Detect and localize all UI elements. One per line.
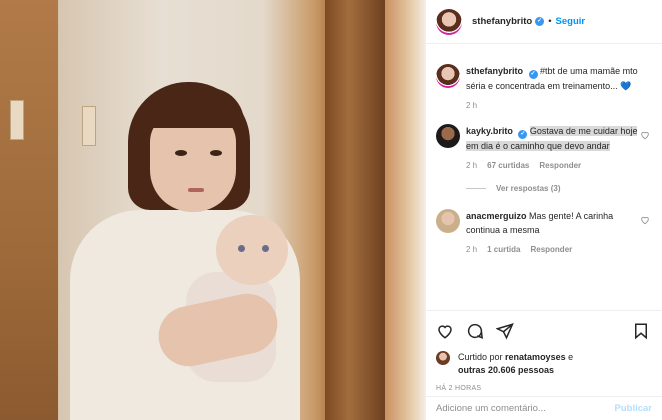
action-icons — [436, 319, 652, 343]
liked-by: Curtido por renatamoyses e outras 20.606… — [436, 351, 652, 377]
post-photo[interactable] — [0, 0, 425, 420]
photo-hinge — [10, 100, 24, 140]
add-comment-bar: Publicar — [426, 396, 662, 420]
caption-author-avatar[interactable] — [436, 64, 460, 88]
photo-door-left — [0, 0, 58, 420]
comment-username[interactable]: anacmerguizo — [466, 211, 527, 221]
liked-by-prefix: Curtido por — [458, 352, 503, 362]
caption-username[interactable]: sthefanybrito — [466, 66, 523, 76]
comment-input[interactable] — [436, 403, 615, 414]
author-avatar[interactable] — [436, 8, 462, 35]
post-header: sthefanybrito ✓ • Seguir — [426, 0, 662, 44]
comment-author-avatar[interactable] — [436, 209, 460, 233]
post-actions: Curtido por renatamoyses e outras 20.606… — [426, 310, 662, 392]
reply-button[interactable]: Responder — [539, 161, 581, 170]
photo-hinge — [82, 106, 96, 146]
comment-icon[interactable] — [466, 322, 484, 340]
replies-line — [466, 188, 486, 189]
reply-button[interactable]: Responder — [530, 245, 572, 254]
photo-doll-eye — [238, 245, 245, 252]
liked-by-middle: e — [568, 352, 574, 362]
liker-avatar[interactable] — [436, 351, 450, 365]
verified-badge-icon: ✓ — [528, 70, 538, 79]
post-timestamp[interactable]: HÁ 2 HORAS — [436, 385, 652, 392]
comment-meta: 2 h 67 curtidas Responder — [466, 161, 640, 170]
comment-time: 2 h — [466, 245, 478, 254]
blue-heart-emoji: 💙 — [620, 81, 632, 91]
liked-by-text: Curtido por renatamoyses e outras 20.606… — [458, 351, 573, 377]
verified-badge-icon: ✓ — [518, 130, 528, 139]
publish-button[interactable]: Publicar — [615, 403, 653, 414]
view-replies-button[interactable]: Ver respostas (3) — [466, 184, 662, 193]
caption-text-block: sthefanybrito ✓ #tbt de uma mamãe mto sé… — [466, 64, 640, 93]
comment-likes[interactable]: 1 curtida — [487, 245, 520, 254]
comment-item: kayky.brito ✓ Gostava de me cuidar hoje … — [426, 124, 662, 170]
caption: sthefanybrito ✓ #tbt de uma mamãe mto sé… — [426, 64, 662, 110]
comment-meta: 2 h 1 curtida Responder — [466, 245, 640, 254]
heart-icon[interactable] — [436, 322, 454, 340]
comment-time: 2 h — [466, 161, 478, 170]
comment-text-block: kayky.brito ✓ Gostava de me cuidar hoje … — [466, 124, 640, 153]
comment-author-avatar[interactable] — [436, 124, 460, 148]
comment-heart-icon[interactable] — [640, 130, 650, 140]
comment-item: anacmerguizo Mas gente! A carinha contin… — [426, 209, 662, 254]
bookmark-icon[interactable] — [632, 322, 650, 340]
liked-by-user[interactable]: renatamoyses — [505, 352, 566, 362]
photo-child-bangs — [140, 88, 244, 128]
caption-time: 2 h — [466, 101, 478, 110]
photo-child-mouth — [188, 188, 204, 192]
author-username[interactable]: sthefanybrito — [472, 16, 532, 27]
photo-child-eye — [175, 150, 187, 156]
liked-by-others[interactable]: outras 20.606 pessoas — [458, 365, 554, 375]
header-separator: • — [548, 16, 552, 27]
post-sidebar: sthefanybrito ✓ • Seguir sthefanybrito ✓… — [425, 0, 662, 420]
comment-likes[interactable]: 67 curtidas — [487, 161, 529, 170]
comment-username[interactable]: kayky.brito — [466, 126, 513, 136]
caption-meta: 2 h — [466, 101, 640, 110]
follow-button[interactable]: Seguir — [556, 16, 586, 27]
view-replies-label: Ver respostas (3) — [496, 184, 561, 193]
comments-list[interactable]: sthefanybrito ✓ #tbt de uma mamãe mto sé… — [426, 52, 662, 310]
comment-text-block: anacmerguizo Mas gente! A carinha contin… — [466, 209, 640, 237]
comment-heart-icon[interactable] — [640, 215, 650, 225]
photo-doll-eye — [262, 245, 269, 252]
photo-doll-head — [216, 215, 288, 285]
photo-glare — [385, 0, 425, 420]
share-icon[interactable] — [496, 322, 514, 340]
instagram-post-modal: sthefanybrito ✓ • Seguir sthefanybrito ✓… — [0, 0, 662, 420]
photo-child-eye — [210, 150, 222, 156]
photo-door-frame — [325, 0, 385, 420]
verified-badge-icon: ✓ — [535, 17, 545, 26]
